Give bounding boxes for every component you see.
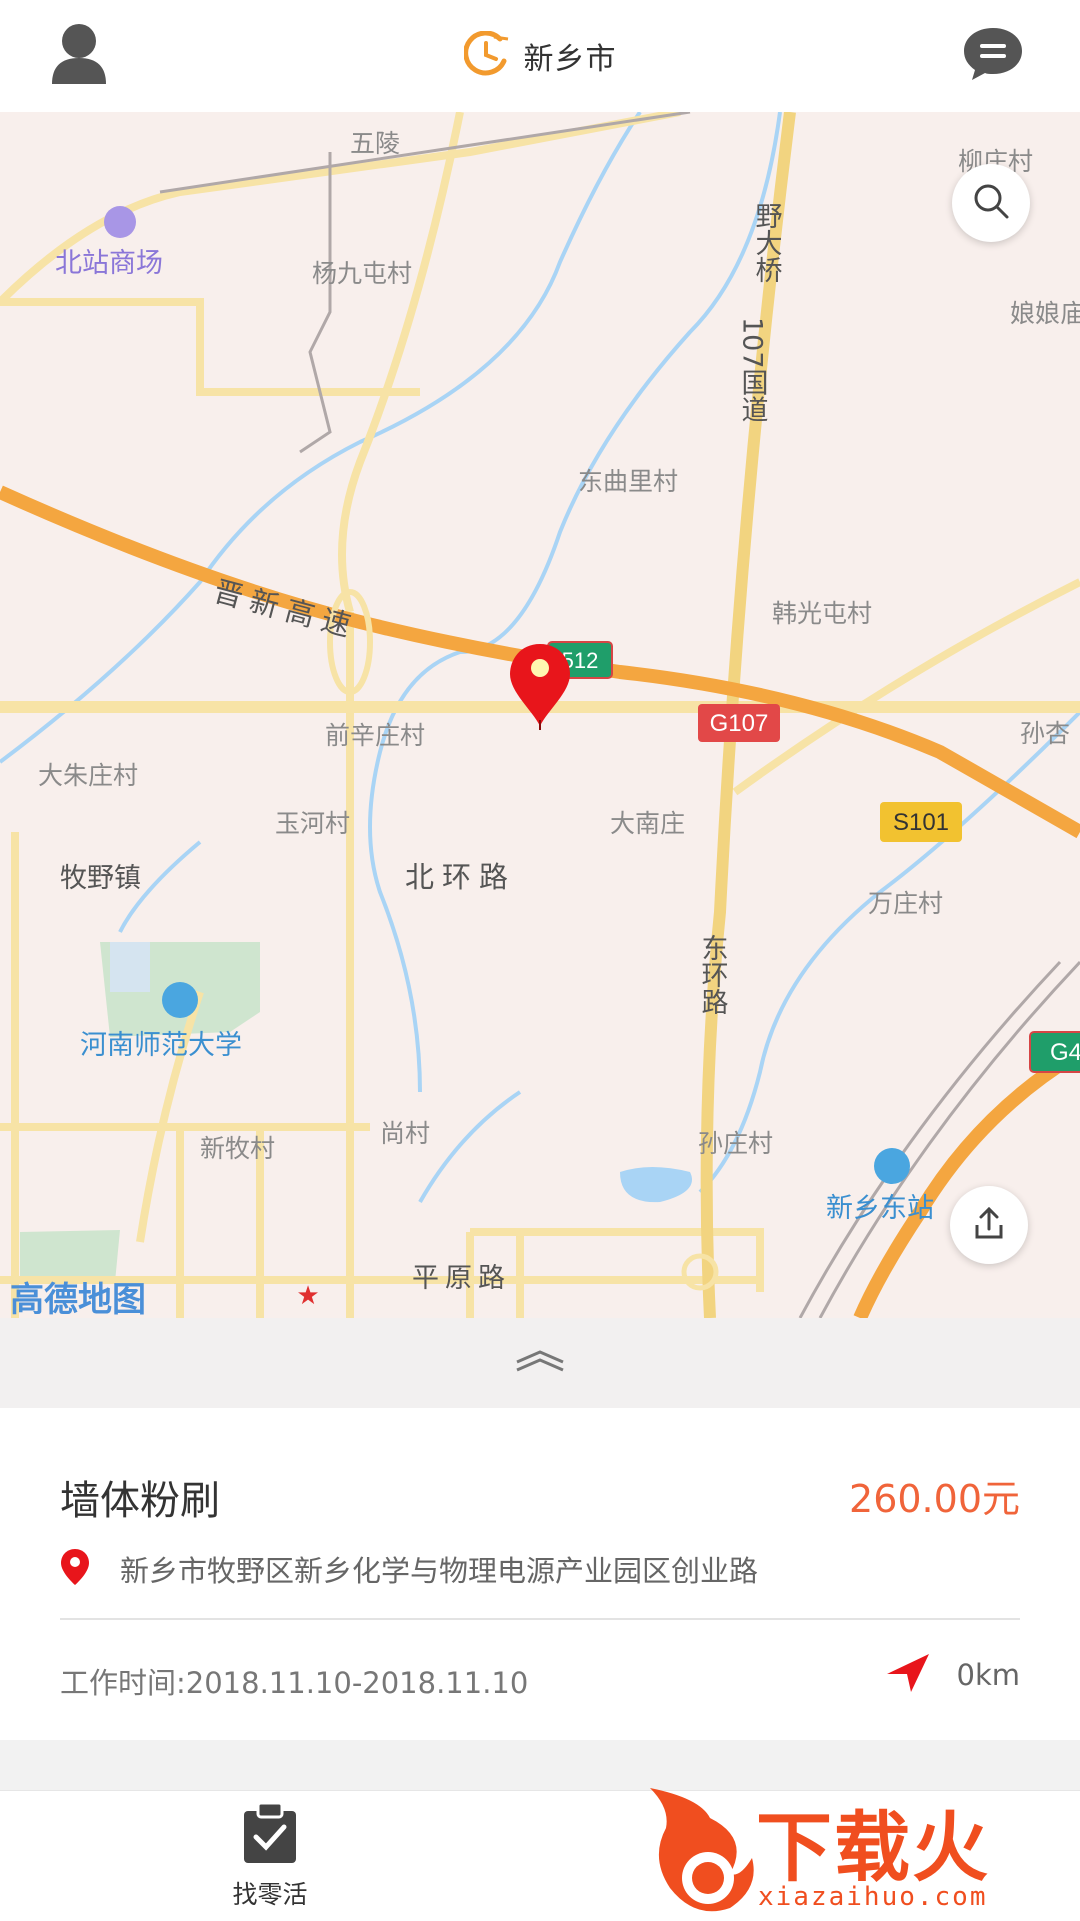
map-label-wanzhuang: 万庄村: [868, 889, 943, 918]
map-label-yedaqiao: 野大桥: [751, 202, 783, 283]
map-label-sunzhuang: 孙庄村: [698, 1129, 773, 1158]
chevron-up-icon: [513, 1348, 567, 1378]
amap-logo: 高德地图: [10, 1280, 146, 1318]
message-icon[interactable]: [962, 26, 1024, 82]
location-pin-icon[interactable]: [510, 644, 570, 730]
distance-info: 0km: [885, 1652, 1021, 1698]
job-price: 260.00元: [849, 1477, 1020, 1521]
watermark-text: 下载火: [756, 1803, 990, 1892]
map-label-henan-normal-univ: 河南师范大学: [80, 1030, 242, 1061]
watermark-url: xiazaihuo.com: [758, 1882, 988, 1912]
upload-icon: [969, 1203, 1009, 1247]
map-label-beihuan-road: 北环路: [405, 860, 516, 894]
map-label-yangjiutun: 杨九屯村: [312, 259, 412, 288]
job-title: 墙体粉刷: [60, 1478, 220, 1524]
divider: [60, 1618, 1020, 1620]
map-label-muye-town: 牧野镇: [60, 863, 141, 894]
city-selector[interactable]: 新乡市: [0, 0, 1080, 112]
map-label-xinmu: 新牧村: [200, 1134, 275, 1163]
panel-expand-handle[interactable]: [0, 1318, 1080, 1408]
distance-value: 0km: [956, 1658, 1021, 1692]
clock-logo-icon: [462, 30, 510, 81]
nav-find-job-label: 找零活: [232, 1880, 308, 1909]
watermark: 下载火 xiazaihuo.com: [640, 1778, 1080, 1920]
map-view[interactable]: 512 G107 S101 G4 ★ 五陵 北站商场 杨九屯村 野大桥 娘娘庙 …: [0, 112, 1080, 1318]
map-label-donghuan-road: 东环路: [697, 934, 729, 1015]
search-icon: [971, 181, 1011, 225]
shield-s101: S101: [893, 809, 949, 836]
map-label-qianxinzhuang: 前辛庄村: [325, 721, 425, 750]
map-label-shangcun: 尚村: [380, 1119, 430, 1148]
job-card[interactable]: 墙体粉刷 260.00元 新乡市牧野区新乡化学与物理电源产业园区创业路 工作时间…: [0, 1408, 1080, 1740]
map-label-dazhuzhuang: 大朱庄村: [38, 761, 138, 790]
map-label-pingyuan-road: 平原路: [412, 1263, 511, 1294]
map-canvas: 512 G107 S101 G4 ★ 五陵 北站商场 杨九屯村 野大桥 娘娘庙 …: [0, 112, 1080, 1318]
map-marker-icon: [60, 1548, 90, 1590]
clipboard-check-icon: [238, 1801, 302, 1869]
map-label-g107-road: 107国道: [737, 317, 768, 423]
shield-g107: G107: [710, 710, 769, 737]
map-label-hanguangtun: 韩光屯村: [772, 599, 872, 628]
job-address: 新乡市牧野区新乡化学与物理电源产业园区创业路: [120, 1554, 759, 1588]
work-time: 工作时间:2018.11.10-2018.11.10: [60, 1666, 529, 1700]
map-label-danan: 大南庄: [610, 809, 685, 838]
job-address-row: 新乡市牧野区新乡化学与物理电源产业园区创业路: [60, 1548, 758, 1590]
shield-g4: G4: [1050, 1039, 1080, 1066]
map-search-button[interactable]: [952, 164, 1030, 242]
map-label-beizhan-mall: 北站商场: [55, 248, 163, 279]
city-name: 新乡市: [523, 42, 617, 77]
map-label-niangniang: 娘娘庙: [1010, 299, 1080, 328]
svg-text:★: ★: [296, 1281, 319, 1311]
top-bar: 新乡市: [0, 0, 1080, 112]
navigation-arrow-icon: [885, 1652, 931, 1698]
map-label-xinxiang-east-station: 新乡东站: [826, 1193, 934, 1224]
map-label-wuling: 五陵: [350, 129, 400, 158]
map-share-button[interactable]: [950, 1186, 1028, 1264]
map-label-yuhe: 玉河村: [275, 809, 350, 838]
map-label-sunxing: 孙杏: [1020, 719, 1070, 748]
map-label-dongquli: 东曲里村: [578, 467, 678, 496]
map-label-jinxin-expressway: 晋新高速: [210, 574, 362, 645]
flame-logo-icon: [650, 1788, 754, 1912]
nav-find-job[interactable]: 找零活: [200, 1801, 340, 1911]
